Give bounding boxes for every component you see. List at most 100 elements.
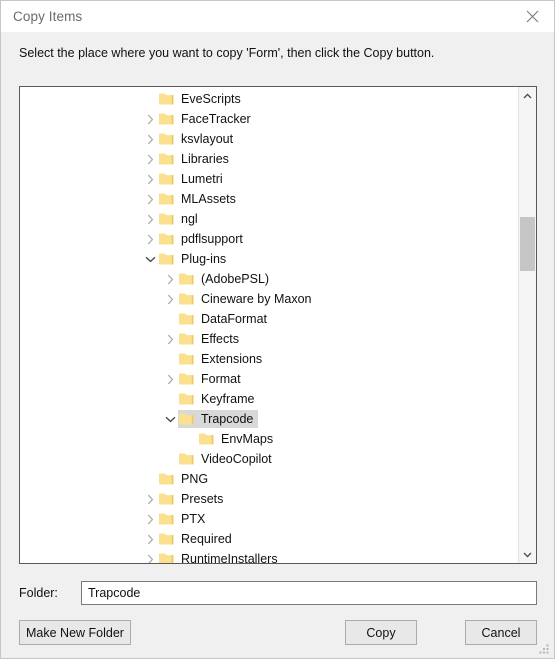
tree-row[interactable]: Extensions	[20, 349, 518, 369]
tree-item-label: Libraries	[181, 152, 229, 166]
chevron-right-icon[interactable]	[142, 509, 158, 529]
tree-row[interactable]: Required	[20, 529, 518, 549]
close-button[interactable]	[510, 1, 554, 31]
dialog-button-row: Make New Folder Copy Cancel	[19, 620, 537, 646]
resize-grip[interactable]	[539, 643, 550, 654]
tree-row[interactable]: ksvlayout	[20, 129, 518, 149]
tree-row[interactable]: Plug-ins	[20, 249, 518, 269]
tree-viewport[interactable]: EveScripts FaceTracker ksvlayout Libraries L…	[20, 87, 518, 563]
chevron-right-icon[interactable]	[142, 229, 158, 249]
tree-item[interactable]: ksvlayout	[158, 130, 238, 148]
tree-item[interactable]: pdflsupport	[158, 230, 248, 248]
tree-item[interactable]: FaceTracker	[158, 110, 256, 128]
tree-item[interactable]: EnvMaps	[198, 430, 278, 448]
folder-icon	[178, 452, 195, 466]
tree-item[interactable]: Keyframe	[178, 390, 260, 408]
tree-row[interactable]: VideoCopilot	[20, 449, 518, 469]
tree-item[interactable]: PTX	[158, 510, 210, 528]
chevron-right-icon[interactable]	[142, 169, 158, 189]
scrollbar-thumb[interactable]	[520, 217, 535, 271]
folder-name-input[interactable]	[81, 581, 537, 605]
tree-item[interactable]: Effects	[178, 330, 244, 348]
make-new-folder-button[interactable]: Make New Folder	[19, 620, 131, 645]
tree-item-label: Extensions	[201, 352, 263, 366]
chevron-right-icon[interactable]	[142, 209, 158, 229]
tree-row[interactable]: Keyframe	[20, 389, 518, 409]
chevron-right-icon[interactable]	[162, 329, 178, 349]
tree-row[interactable]: MLAssets	[20, 189, 518, 209]
window-title: Copy Items	[13, 9, 83, 24]
folder-icon	[178, 412, 195, 426]
chevron-down-icon[interactable]	[142, 249, 158, 269]
tree-item-label: Cineware by Maxon	[201, 292, 312, 306]
tree-row[interactable]: Format	[20, 369, 518, 389]
tree-row[interactable]: PNG	[20, 469, 518, 489]
tree-item-label: PTX	[181, 512, 206, 526]
tree-row[interactable]: pdflsupport	[20, 229, 518, 249]
chevron-right-icon[interactable]	[142, 109, 158, 129]
tree-item-label: MLAssets	[181, 192, 236, 206]
tree-row[interactable]: Lumetri	[20, 169, 518, 189]
chevron-right-icon[interactable]	[142, 549, 158, 563]
tree-item-label: Lumetri	[181, 172, 223, 186]
tree-row[interactable]: Cineware by Maxon	[20, 289, 518, 309]
tree-item[interactable]: (AdobePSL)	[178, 270, 274, 288]
tree-item[interactable]: PNG	[158, 470, 213, 488]
tree-row[interactable]: Libraries	[20, 149, 518, 169]
folder-label: Folder:	[19, 586, 58, 600]
tree-item[interactable]: VideoCopilot	[178, 450, 277, 468]
chevron-right-icon[interactable]	[162, 369, 178, 389]
folder-icon	[158, 152, 175, 166]
tree-item[interactable]: Plug-ins	[158, 250, 231, 268]
tree-row[interactable]: RuntimeInstallers	[20, 549, 518, 563]
tree-item[interactable]: Presets	[158, 490, 228, 508]
scrollbar-track[interactable]	[519, 104, 536, 546]
tree-item[interactable]: Extensions	[178, 350, 267, 368]
tree-item[interactable]: DataFormat	[178, 310, 272, 328]
chevron-right-icon[interactable]	[142, 129, 158, 149]
copy-button[interactable]: Copy	[345, 620, 417, 645]
tree-item[interactable]: Required	[158, 530, 237, 548]
folder-icon	[158, 512, 175, 526]
scrollbar-down-button[interactable]	[519, 546, 536, 563]
tree-item[interactable]: RuntimeInstallers	[158, 550, 283, 563]
tree-row[interactable]: Presets	[20, 489, 518, 509]
folder-icon	[178, 352, 195, 366]
tree-item[interactable]: Lumetri	[158, 170, 228, 188]
chevron-right-icon[interactable]	[142, 149, 158, 169]
tree-row[interactable]: Trapcode	[20, 409, 518, 429]
chevron-right-icon[interactable]	[162, 269, 178, 289]
folder-icon	[178, 372, 195, 386]
tree-row[interactable]: EveScripts	[20, 89, 518, 109]
tree-row[interactable]: DataFormat	[20, 309, 518, 329]
tree-item[interactable]: Format	[178, 370, 246, 388]
folder-icon	[158, 172, 175, 186]
tree-item[interactable]: Cineware by Maxon	[178, 290, 316, 308]
tree-item-selected[interactable]: Trapcode	[178, 410, 259, 428]
tree-item[interactable]: Libraries	[158, 150, 234, 168]
tree-row[interactable]: ngl	[20, 209, 518, 229]
chevron-down-icon[interactable]	[162, 409, 178, 429]
tree-item[interactable]: MLAssets	[158, 190, 241, 208]
chevron-right-icon[interactable]	[142, 189, 158, 209]
tree-item[interactable]: ngl	[158, 210, 203, 228]
tree-row[interactable]: FaceTracker	[20, 109, 518, 129]
folder-icon	[158, 192, 175, 206]
chevron-right-icon[interactable]	[142, 529, 158, 549]
folder-icon	[158, 132, 175, 146]
tree-row[interactable]: EnvMaps	[20, 429, 518, 449]
folder-icon	[178, 332, 195, 346]
cancel-button[interactable]: Cancel	[465, 620, 537, 645]
tree-row[interactable]: Effects	[20, 329, 518, 349]
tree-item-label: DataFormat	[201, 312, 267, 326]
tree-scrollbar[interactable]	[518, 87, 536, 563]
chevron-right-icon[interactable]	[142, 489, 158, 509]
scrollbar-up-button[interactable]	[519, 87, 536, 104]
tree-row[interactable]: (AdobePSL)	[20, 269, 518, 289]
chevron-right-icon[interactable]	[162, 289, 178, 309]
tree-row[interactable]: PTX	[20, 509, 518, 529]
tree-item[interactable]: EveScripts	[158, 90, 246, 108]
